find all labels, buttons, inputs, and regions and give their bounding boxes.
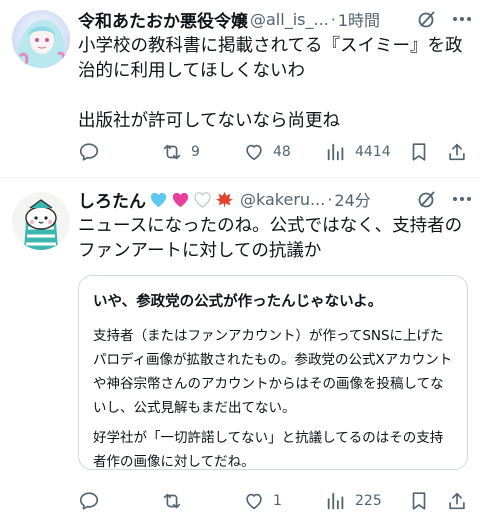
grok-answer-card[interactable]: いや、参政党の公式が作ったんじゃないよ。 支持者（またはファンアカウント）が作っ… [78,275,468,470]
like-button[interactable]: 1 [243,488,282,514]
separator-dot: · [330,9,336,29]
action-bar: 9 48 4414 [78,139,468,165]
emoji-white-heart [193,190,212,209]
bookmark-icon [412,492,426,510]
card-paragraph: 支持者（またはファンアカウント）が作ってSNSに上げたパロディ画像が拡散されたも… [93,328,453,416]
emoji-pink-heart [171,190,190,209]
like-button[interactable]: 48 [243,139,291,165]
grok-icon[interactable] [416,188,438,210]
reply-button[interactable] [78,488,100,514]
views-icon [327,492,344,510]
reply-button[interactable] [78,139,100,165]
bookmark-icon [412,143,426,161]
post-1[interactable]: 令和あたおか悪役令嬢 @all_is_... · 1時間 小学校の教科書に掲載さ… [0,0,480,178]
views-icon [327,143,344,161]
separator-dot: · [327,189,333,209]
post-text: 小学校の教科書に掲載されてる『スイミー』を政治的に利用してほしくないわ 出版社が… [78,36,463,131]
share-button[interactable] [446,139,468,165]
share-button[interactable] [446,488,468,514]
emoji-blue-heart [149,190,168,209]
share-icon [449,143,465,161]
bookmark-button[interactable] [408,139,430,165]
retweet-button[interactable] [161,488,183,514]
display-name[interactable]: 令和あたおか悪役令嬢 [78,7,248,32]
card-title: いや、参政党の公式が作ったんじゃないよ。 [93,294,383,310]
more-icon[interactable] [450,8,474,30]
avatar[interactable] [12,10,70,68]
more-icon[interactable] [450,188,474,210]
display-name[interactable]: しろたん [78,187,146,212]
retweet-icon [163,493,181,509]
retweet-count: 9 [191,144,200,160]
reply-icon [79,143,99,161]
share-icon [449,492,465,510]
views-button[interactable]: 4414 [325,139,391,165]
heart-icon [246,493,262,510]
avatar[interactable] [12,192,70,250]
post-text: ニュースになったのね。公式ではなく、支持者のファンアートに対しての抗議か [78,216,463,261]
action-bar: 1 225 [78,488,468,514]
handle[interactable]: @all_is_... [250,10,329,29]
reply-count: 1 [273,493,282,509]
timestamp[interactable]: 24分 [334,187,370,211]
retweet-icon [163,144,181,160]
grok-icon[interactable] [416,8,438,30]
bookmark-button[interactable] [408,488,430,514]
handle[interactable]: @kakeru... [240,190,325,209]
views-button[interactable]: 225 [325,488,382,514]
card-paragraph: 好学社が「一切許諾してない」と抗議してるのはその支持者作の画像に対してだね。 [93,430,444,470]
view-count: 4414 [355,144,391,160]
emoji-maple-leaf [215,190,234,209]
reply-icon [79,492,99,510]
retweet-button[interactable]: 9 [161,139,200,165]
view-count: 225 [355,493,382,509]
heart-icon [246,144,262,161]
like-count: 48 [273,144,291,160]
timestamp[interactable]: 1時間 [338,7,380,31]
